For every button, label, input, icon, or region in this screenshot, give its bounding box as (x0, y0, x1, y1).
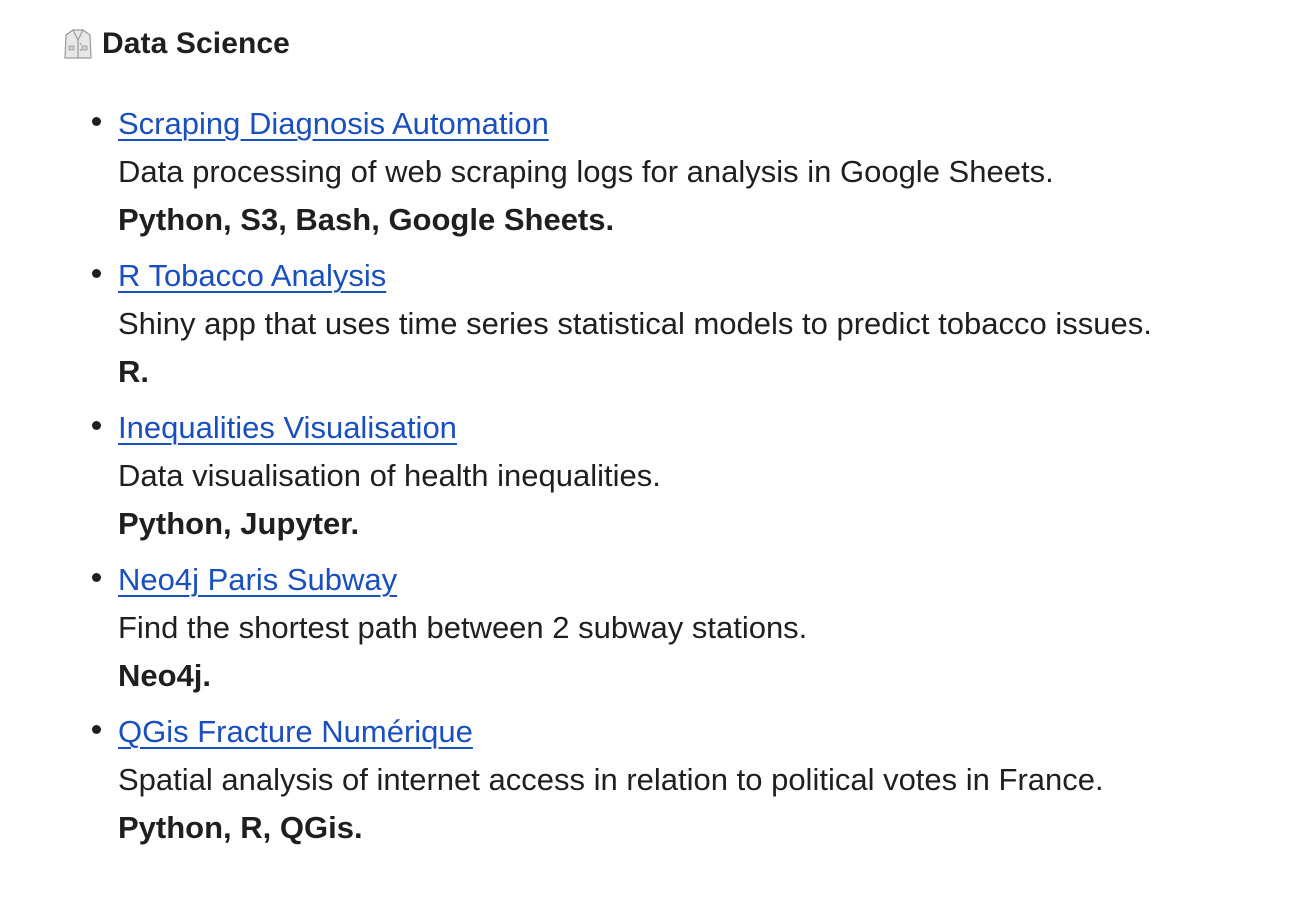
list-item: R Tobacco Analysis Shiny app that uses t… (64, 252, 1264, 396)
project-tech-stack: Python, S3, Bash, Google Sheets. (118, 202, 615, 237)
project-link-scraping-diagnosis[interactable]: Scraping Diagnosis Automation (118, 100, 549, 148)
project-tech-stack: Python, Jupyter. (118, 506, 360, 541)
bullet-icon (92, 573, 101, 582)
project-tech-stack: R. (118, 354, 149, 389)
project-tech-stack: Python, R, QGis. (118, 810, 363, 845)
project-link-qgis-fracture-numerique[interactable]: QGis Fracture Numérique (118, 708, 473, 756)
project-link-inequalities-visualisation[interactable]: Inequalities Visualisation (118, 404, 457, 452)
section-title: Data Science (102, 27, 290, 60)
bullet-icon (92, 725, 101, 734)
project-link-r-tobacco[interactable]: R Tobacco Analysis (118, 252, 386, 300)
bullet-icon (92, 117, 101, 126)
project-list: Scraping Diagnosis Automation Data proce… (64, 100, 1264, 852)
project-description: Shiny app that uses time series statisti… (118, 306, 1152, 341)
data-science-section: Data Science Scraping Diagnosis Automati… (64, 24, 1264, 860)
bullet-icon (92, 421, 101, 430)
project-tech-stack: Neo4j. (118, 658, 212, 693)
project-link-neo4j-paris-subway[interactable]: Neo4j Paris Subway (118, 556, 397, 604)
list-item: Inequalities Visualisation Data visualis… (64, 404, 1264, 548)
lab-coat-icon (64, 28, 92, 60)
project-description: Data visualisation of health inequalitie… (118, 458, 661, 493)
bullet-icon (92, 269, 101, 278)
project-description: Spatial analysis of internet access in r… (118, 762, 1104, 797)
list-item: Neo4j Paris Subway Find the shortest pat… (64, 556, 1264, 700)
section-heading: Data Science (64, 24, 1264, 64)
project-description: Find the shortest path between 2 subway … (118, 610, 808, 645)
list-item: Scraping Diagnosis Automation Data proce… (64, 100, 1264, 244)
project-description: Data processing of web scraping logs for… (118, 154, 1054, 189)
list-item: QGis Fracture Numérique Spatial analysis… (64, 708, 1264, 852)
